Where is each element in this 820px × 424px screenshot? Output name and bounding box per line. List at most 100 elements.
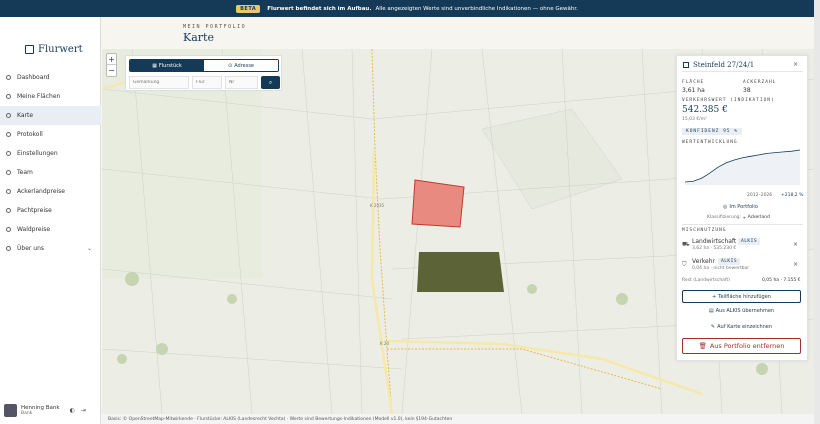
sidebar-item-label: Meine Flächen bbox=[17, 93, 61, 100]
alkis-badge: ALKIS bbox=[718, 258, 741, 265]
tab-flurstueck[interactable]: ▦ Flurstück bbox=[130, 60, 204, 71]
klassifizierung-value: Ackerland bbox=[747, 215, 770, 220]
add-teilflaeche-button[interactable]: + Teilfläche hinzufügen bbox=[682, 290, 801, 303]
tab-flurstueck-label: Flurstück bbox=[158, 62, 182, 69]
sidebar-item-7[interactable]: Pachtpreise bbox=[0, 201, 101, 220]
sidebar-item-9[interactable]: Über uns ⌄ bbox=[0, 239, 101, 258]
sidebar-item-label: Dashboard bbox=[17, 74, 50, 81]
page-scrollbar[interactable] bbox=[814, 0, 820, 424]
grid-icon: ▦ bbox=[152, 62, 157, 69]
parcel-search-box: ▦ Flurstück ⊙ Adresse ⌕ bbox=[125, 55, 282, 91]
sidebar-item-8[interactable]: Waldpreise bbox=[0, 220, 101, 239]
brand-logo[interactable]: Flurwert bbox=[25, 44, 83, 55]
alkis-import-label: Aus ALKIS übernehmen bbox=[715, 308, 775, 314]
chart-icon bbox=[6, 189, 11, 194]
confidence-badge: KONFIDENZ 95 % bbox=[682, 128, 742, 135]
draw-on-map-label: Auf Karte einzeichnen bbox=[717, 324, 773, 330]
portfolio-parcel[interactable] bbox=[417, 252, 504, 292]
logout-icon[interactable]: ⇥ bbox=[81, 407, 86, 414]
sidebar-item-label: Team bbox=[17, 169, 33, 176]
tractor-icon: ⛟ bbox=[682, 241, 690, 248]
theme-toggle-icon[interactable]: ◐ bbox=[70, 407, 75, 414]
tab-adresse[interactable]: ⊙ Adresse bbox=[204, 60, 278, 71]
alkis-import-link[interactable]: ▤ Aus ALKIS übernehmen bbox=[682, 308, 801, 314]
sidebar-item-6[interactable]: Ackerlandpreise bbox=[0, 182, 101, 201]
divider bbox=[682, 224, 803, 225]
parcel-detail-panel: Steinfeld 27/24/1 × FLÄCHE 3,61 ha ACKER… bbox=[676, 55, 808, 361]
remove-from-portfolio-button[interactable]: 🗑 Aus Portfolio entfernen bbox=[682, 338, 801, 354]
zoom-in-button[interactable]: + bbox=[107, 54, 116, 65]
zoom-out-button[interactable]: − bbox=[107, 65, 116, 76]
sidebar-item-3[interactable]: Protokoll bbox=[0, 125, 101, 144]
leaf-icon: ⌖ bbox=[743, 216, 746, 221]
logo-icon bbox=[25, 45, 34, 54]
trend-area bbox=[685, 150, 800, 185]
flaeche-label: FLÄCHE bbox=[682, 80, 705, 85]
portfolio-icon: ◎ bbox=[723, 204, 728, 210]
rest-value: 0,05 ha · 7.155 € bbox=[762, 278, 801, 283]
sidebar-item-1[interactable]: Meine Flächen bbox=[0, 87, 101, 106]
sidebar-item-label: Waldpreise bbox=[17, 226, 51, 233]
plus-icon: + bbox=[712, 293, 717, 300]
nutzung-name: Verkehr bbox=[692, 258, 716, 265]
sidebar-item-label: Pachtpreise bbox=[17, 207, 52, 214]
dashboard-icon bbox=[6, 75, 11, 80]
sidebar-item-0[interactable]: Dashboard bbox=[0, 68, 101, 87]
search-button[interactable]: ⌕ bbox=[261, 76, 280, 89]
sidebar-nav: Dashboard Meine Flächen Karte Protokoll Eins… bbox=[0, 68, 101, 258]
layers-icon: ▤ bbox=[708, 308, 714, 314]
search-tabs: ▦ Flurstück ⊙ Adresse bbox=[129, 59, 279, 72]
trash-icon: 🗑 bbox=[698, 342, 707, 350]
user-role: Bank bbox=[21, 411, 33, 416]
nutzung-name: Landwirtschaft bbox=[692, 238, 737, 245]
remove-nutzung-icon[interactable]: × bbox=[793, 261, 798, 268]
close-icon[interactable]: × bbox=[793, 61, 798, 68]
search-inputs: ⌕ bbox=[129, 76, 280, 89]
team-icon bbox=[6, 170, 11, 175]
sidebar: Flurwert Dashboard Meine Flächen Karte Prot… bbox=[0, 17, 101, 424]
flur-input[interactable] bbox=[192, 76, 222, 89]
trend-change: +218,2 % bbox=[781, 193, 804, 198]
sidebar-item-label: Über uns bbox=[17, 245, 44, 252]
tree-icon bbox=[6, 227, 11, 232]
verkehrswert-value: 542.385 € bbox=[682, 105, 728, 115]
pin-icon: ⊙ bbox=[227, 62, 233, 69]
panel-title: Steinfeld 27/24/1 bbox=[693, 61, 755, 69]
banner-text: Alle angezeigten Werte sind unverbindlic… bbox=[375, 5, 578, 12]
page-overline: MEIN PORTFOLIO bbox=[183, 24, 247, 30]
page-title: Karte bbox=[183, 31, 214, 44]
sidebar-item-4[interactable]: Einstellungen bbox=[0, 144, 101, 163]
road-icon: ⛉ bbox=[682, 261, 687, 268]
info-icon bbox=[6, 246, 11, 251]
map-icon bbox=[6, 113, 11, 118]
remove-nutzung-icon[interactable]: × bbox=[793, 241, 798, 248]
portfolio-link[interactable]: ◎ Im Portfolio bbox=[723, 204, 758, 210]
rest-label: Rest (Landwirtschaft) bbox=[682, 278, 730, 283]
map-attribution: Basis: © OpenStreetMap-Mitwirkende · Flu… bbox=[102, 414, 814, 424]
banner-bold: Flurwert befindet sich im Aufbau. bbox=[267, 5, 372, 12]
verkehrswert-label: VERKEHRSWERT (INDIKATION) bbox=[682, 98, 775, 103]
gear-icon bbox=[6, 151, 11, 156]
draw-on-map-link[interactable]: ✎ Auf Karte einzeichnen bbox=[682, 324, 801, 330]
portfolio-link-label: Im Portfolio bbox=[729, 204, 758, 210]
pin-icon bbox=[6, 94, 11, 99]
sidebar-item-label: Ackerlandpreise bbox=[17, 188, 65, 195]
sidebar-item-5[interactable]: Team bbox=[0, 163, 101, 182]
sidebar-item-2[interactable]: Karte bbox=[0, 106, 101, 125]
sidebar-item-label: Einstellungen bbox=[17, 150, 58, 157]
nr-input[interactable] bbox=[225, 76, 258, 89]
chevron-down-icon[interactable]: ⌄ bbox=[87, 245, 92, 252]
road-label-2: K 20 bbox=[380, 341, 389, 346]
price-per-m2: 15,03 €/m² bbox=[682, 117, 707, 122]
nutzung-detail: 3,62 ha · 535.230 € bbox=[692, 246, 737, 251]
avatar[interactable] bbox=[4, 404, 17, 417]
divider bbox=[682, 71, 803, 72]
value-trend-chart bbox=[684, 149, 801, 185]
gemarkung-input[interactable] bbox=[129, 76, 189, 89]
klassifizierung-label: Klassifizierung: bbox=[707, 215, 742, 220]
sidebar-item-label: Protokoll bbox=[17, 131, 43, 138]
ackerzahl-label: ACKERZAHL bbox=[743, 80, 777, 85]
page-header: MEIN PORTFOLIO Karte bbox=[183, 24, 246, 44]
clock-icon bbox=[6, 132, 11, 137]
selected-parcel[interactable] bbox=[411, 179, 465, 228]
